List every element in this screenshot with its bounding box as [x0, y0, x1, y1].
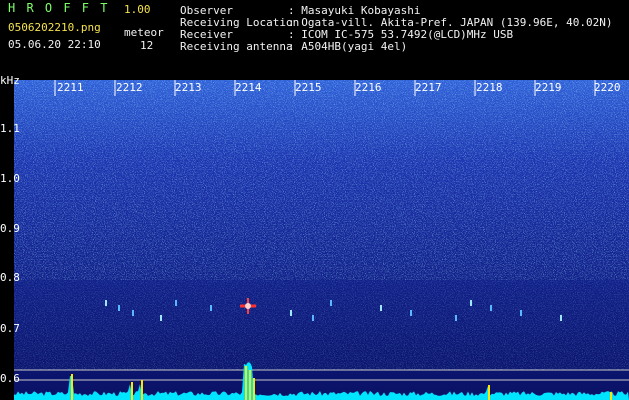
time-tick-label: 2212: [116, 81, 143, 94]
signal-peak: [249, 370, 251, 400]
echo-dot: [312, 315, 314, 321]
echo-dot: [560, 315, 562, 321]
signal-peak: [245, 366, 247, 400]
echo-dot: [210, 305, 212, 311]
echo-dot: [520, 310, 522, 316]
echo-dot: [160, 315, 162, 321]
echo-dot: [380, 305, 382, 311]
time-tick-label: 2217: [415, 81, 442, 94]
time-tick-label: 2211: [57, 81, 84, 94]
echo-dot: [290, 310, 292, 316]
echo-dot: [330, 300, 332, 306]
y-tick-label: 0.9: [0, 222, 20, 235]
y-tick-label: 1.1: [0, 122, 20, 135]
spectrogram-noise-low: [14, 280, 629, 370]
echo-dot: [175, 300, 177, 306]
time-tick-label: 2220: [594, 81, 621, 94]
spectrogram-noise: [14, 80, 629, 280]
echo-dot: [455, 315, 457, 321]
signal-peak: [71, 374, 73, 400]
time-tick-label: 2219: [535, 81, 562, 94]
echo-dot: [132, 310, 134, 316]
signal-peak: [141, 380, 143, 400]
signal-peak: [253, 378, 255, 400]
hroft-window: H R O F F T 1.00 0506202210.png 05.06.20…: [0, 0, 629, 400]
signal-peak: [131, 382, 133, 400]
time-tick-label: 2216: [355, 81, 382, 94]
y-axis-label: kHz: [0, 74, 20, 87]
echo-dot: [410, 310, 412, 316]
spectrogram: [14, 80, 629, 400]
y-tick-label: 0.8: [0, 271, 20, 284]
time-tick-label: 2218: [476, 81, 503, 94]
echo-dot: [470, 300, 472, 306]
echo-dot: [490, 305, 492, 311]
echo-dot: [105, 300, 107, 306]
time-tick-label: 2213: [175, 81, 202, 94]
time-tick-label: 2215: [295, 81, 322, 94]
y-tick-label: 0.7: [0, 322, 20, 335]
signal-peak: [488, 385, 490, 400]
time-tick-label: 2214: [235, 81, 262, 94]
y-tick-label: 0.6: [0, 372, 20, 385]
signal-peak: [610, 392, 612, 400]
y-tick-label: 1.0: [0, 172, 20, 185]
echo-dot: [118, 305, 120, 311]
